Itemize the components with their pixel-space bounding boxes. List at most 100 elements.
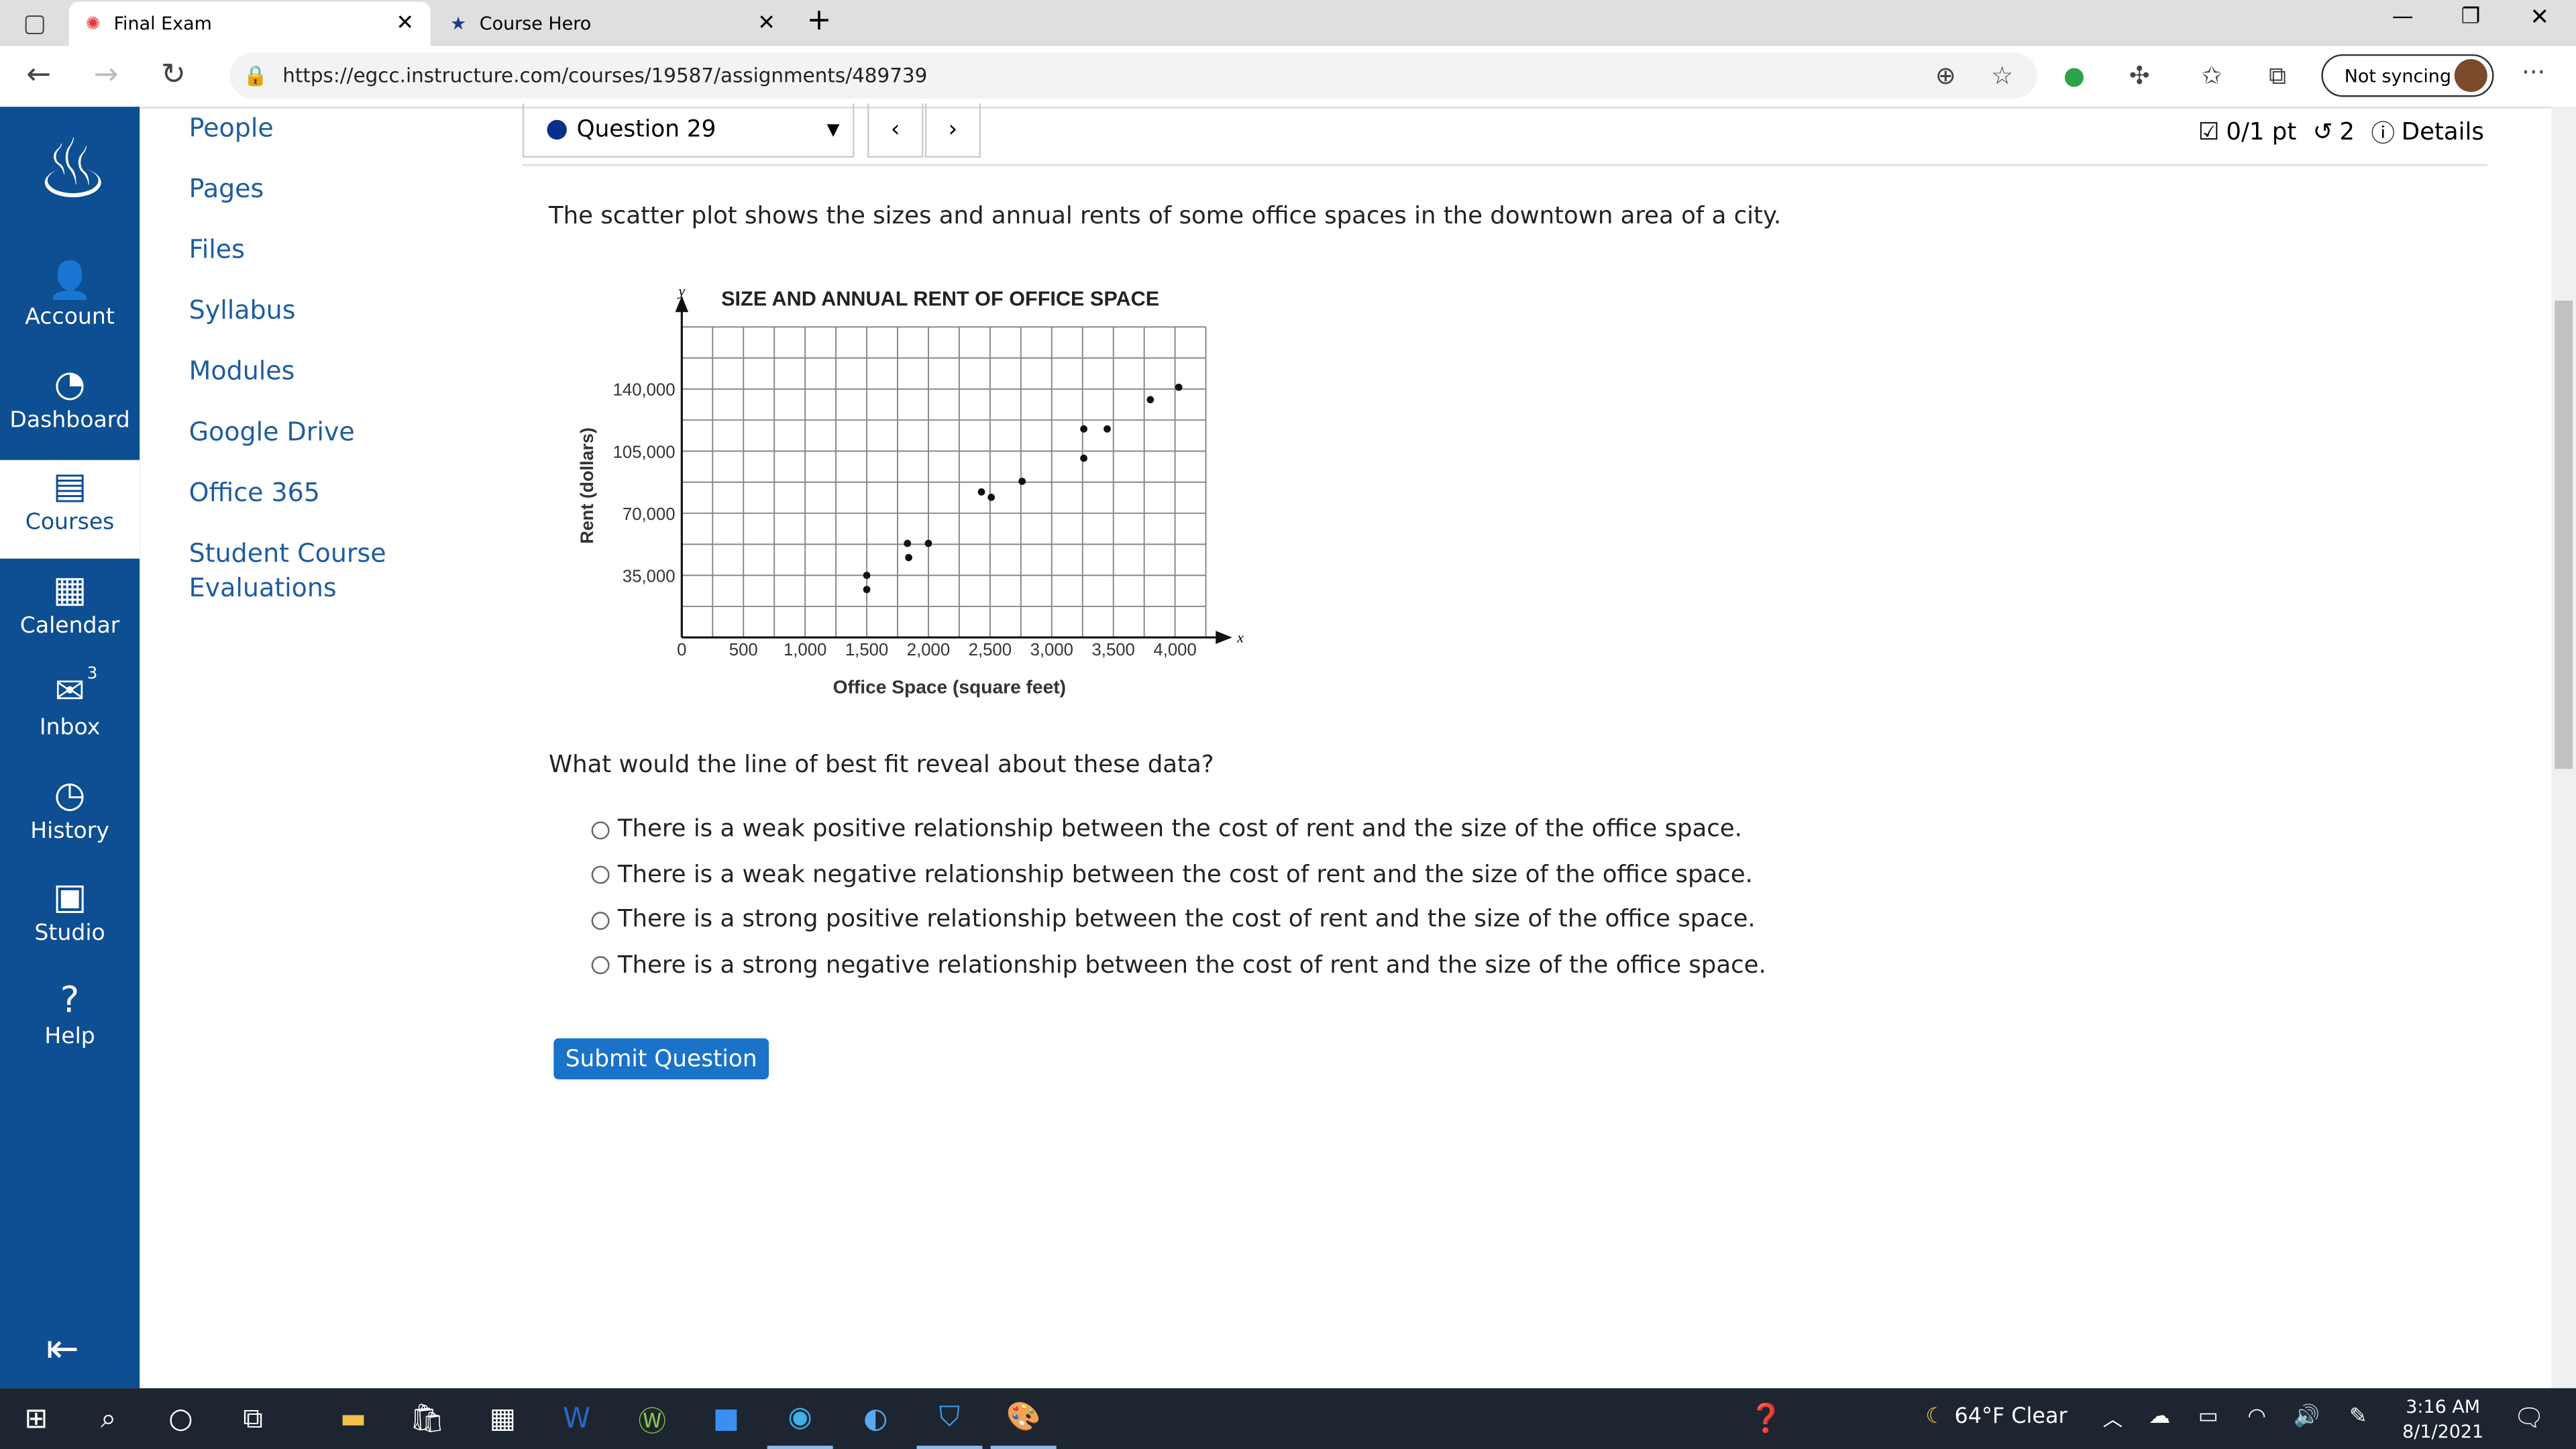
nav-calendar[interactable]: ▦ Calendar [0, 563, 140, 661]
app-icon[interactable]: ◐ [843, 1388, 908, 1449]
zoom-app-icon[interactable]: ■ [693, 1388, 759, 1449]
onedrive-icon[interactable]: ☁ [2149, 1405, 2170, 1430]
course-nav-google-drive[interactable]: Google Drive [189, 416, 355, 450]
new-tab-button[interactable]: + [806, 3, 831, 38]
collections-icon[interactable]: ⧉ [2269, 61, 2286, 91]
answer-option[interactable]: There is a weak negative relationship be… [591, 861, 1753, 888]
data-point [1080, 425, 1087, 433]
radio-button[interactable] [591, 956, 610, 975]
scrollbar-thumb[interactable] [2555, 301, 2573, 769]
details-link[interactable]: Details [2402, 119, 2484, 146]
data-point [1104, 425, 1111, 433]
y-tick-label: 140,000 [613, 381, 676, 400]
course-nav-syllabus[interactable]: Syllabus [189, 294, 296, 328]
sync-button[interactable]: Not syncing [2321, 54, 2494, 97]
more-icon[interactable]: ··· [2522, 58, 2545, 87]
question-status-dot [547, 119, 567, 140]
question-select[interactable]: Question 29 ▼ [522, 103, 855, 158]
calculator-icon[interactable]: ▦ [470, 1388, 535, 1449]
question-text: What would the line of best fit reveal a… [548, 752, 1214, 779]
question-prompt: The scatter plot shows the sizes and ann… [548, 203, 1782, 230]
tab-final-exam[interactable]: ✺ Final Exam ✕ [68, 1, 431, 46]
radio-button[interactable] [591, 910, 610, 929]
course-nav-evaluations-line2[interactable]: Evaluations [189, 572, 337, 606]
wifi-icon[interactable]: ◠ [2247, 1405, 2266, 1430]
nav-dashboard[interactable]: ◔ Dashboard [0, 358, 140, 456]
task-view-icon[interactable]: ⧉ [220, 1388, 286, 1449]
course-nav-files[interactable]: Files [189, 233, 245, 268]
inbox-badge: 3 [87, 665, 98, 684]
edge-icon[interactable]: ◉ [767, 1388, 833, 1449]
help-icon: ? [60, 979, 80, 1022]
submit-question-button[interactable]: Submit Question [553, 1038, 769, 1079]
x-tick-label: 4,000 [1153, 641, 1196, 659]
close-tab-icon[interactable]: ✕ [757, 11, 775, 36]
info-icon[interactable]: ⓘ [2371, 115, 2395, 149]
nav-help[interactable]: ? Help [0, 973, 140, 1072]
extensions-icon[interactable]: ✣ [2129, 61, 2150, 91]
data-point [1146, 396, 1155, 404]
extension-check-icon[interactable]: ● [2063, 61, 2085, 91]
y-axis-arrow [675, 295, 689, 313]
nav-account[interactable]: 👤 Account [0, 255, 140, 354]
nav-studio[interactable]: ▣ Studio [0, 871, 140, 969]
course-nav-office-365[interactable]: Office 365 [189, 476, 320, 511]
x-axis-arrow [1216, 631, 1232, 645]
x-tick-label: 1,000 [784, 641, 826, 659]
nav-courses[interactable]: ▤ Courses [0, 460, 140, 559]
paint-icon[interactable]: 🎨 [990, 1388, 1057, 1449]
course-nav-modules[interactable]: Modules [189, 355, 295, 389]
course-nav-people[interactable]: People [189, 112, 274, 146]
x-tick-label: 2,500 [969, 641, 1012, 659]
start-icon[interactable]: ⊞ [3, 1388, 69, 1449]
attempts-icon: ↺ [2312, 119, 2333, 146]
clock[interactable]: 3:16 AM 8/1/2021 [2396, 1395, 2491, 1444]
cortana-icon[interactable]: ○ [148, 1388, 213, 1449]
minimize-button[interactable]: — [2392, 5, 2414, 30]
favorites-icon[interactable]: ✩ [2202, 61, 2222, 91]
back-icon[interactable]: ← [26, 58, 51, 92]
next-question-button[interactable]: › [924, 103, 981, 158]
collapse-nav-icon[interactable]: ⇤ [46, 1326, 79, 1372]
tab-actions-icon[interactable]: ▢ [23, 8, 46, 38]
x-axis-label: Office Space (square feet) [833, 676, 1066, 697]
tray-chevron-icon[interactable]: ︿ [2103, 1405, 2123, 1433]
close-tab-icon[interactable]: ✕ [396, 11, 414, 36]
x-axis-letter: x [1236, 629, 1244, 646]
volume-icon[interactable]: 🔊 [2294, 1405, 2320, 1430]
search-icon[interactable]: ⌕ [76, 1388, 142, 1449]
help-tray-icon[interactable]: ❓ [1733, 1388, 1799, 1449]
x-tick-label: 2,000 [907, 641, 950, 659]
course-nav-pages[interactable]: Pages [189, 172, 264, 207]
url-input[interactable]: 🔒 https://egcc.instructure.com/courses/19… [229, 52, 2037, 99]
refresh-icon[interactable]: ↻ [161, 58, 186, 92]
weather-widget[interactable]: ☾ 64°F Clear [1925, 1405, 2067, 1430]
battery-icon[interactable]: ▭ [2198, 1405, 2218, 1430]
app-w-icon[interactable]: Ⓦ [619, 1388, 685, 1449]
tab-course-hero[interactable]: ★ Course Hero ✕ [434, 1, 792, 46]
answer-option[interactable]: There is a strong negative relationship … [591, 952, 1766, 978]
store-icon[interactable]: 🛍 [394, 1388, 460, 1449]
tab-bar: ▢ ✺ Final Exam ✕ ★ Course Hero ✕ + — ❐ ✕ [0, 0, 2576, 46]
radio-button[interactable] [591, 820, 610, 839]
course-nav-evaluations[interactable]: Student Course [189, 537, 386, 572]
points-checkbox-icon: ☑ [2198, 119, 2220, 146]
shield-app-icon[interactable]: ⛉ [916, 1388, 983, 1449]
radio-button[interactable] [591, 865, 610, 884]
zoom-icon[interactable]: ⊕ [1935, 61, 1956, 91]
previous-question-button[interactable]: ‹ [867, 103, 924, 158]
pen-icon[interactable]: ✎ [2349, 1405, 2367, 1430]
notifications-icon[interactable]: 🗨 [2514, 1403, 2545, 1432]
logo-flame-icon[interactable]: ♨ [36, 120, 110, 219]
restore-button[interactable]: ❐ [2461, 5, 2481, 30]
file-explorer-icon[interactable]: ▬ [321, 1388, 386, 1449]
answer-option[interactable]: There is a weak positive relationship be… [591, 816, 1742, 843]
nav-history[interactable]: ◷ History [0, 768, 140, 867]
close-window-button[interactable]: ✕ [2530, 5, 2549, 31]
answer-option[interactable]: There is a strong positive relationship … [591, 907, 1756, 933]
nav-inbox[interactable]: ✉ Inbox 3 [0, 665, 140, 764]
forward-icon[interactable]: → [94, 58, 119, 92]
dashboard-icon: ◔ [54, 364, 86, 405]
favorite-icon[interactable]: ☆ [1991, 61, 2013, 91]
word-icon[interactable]: W [544, 1388, 610, 1449]
